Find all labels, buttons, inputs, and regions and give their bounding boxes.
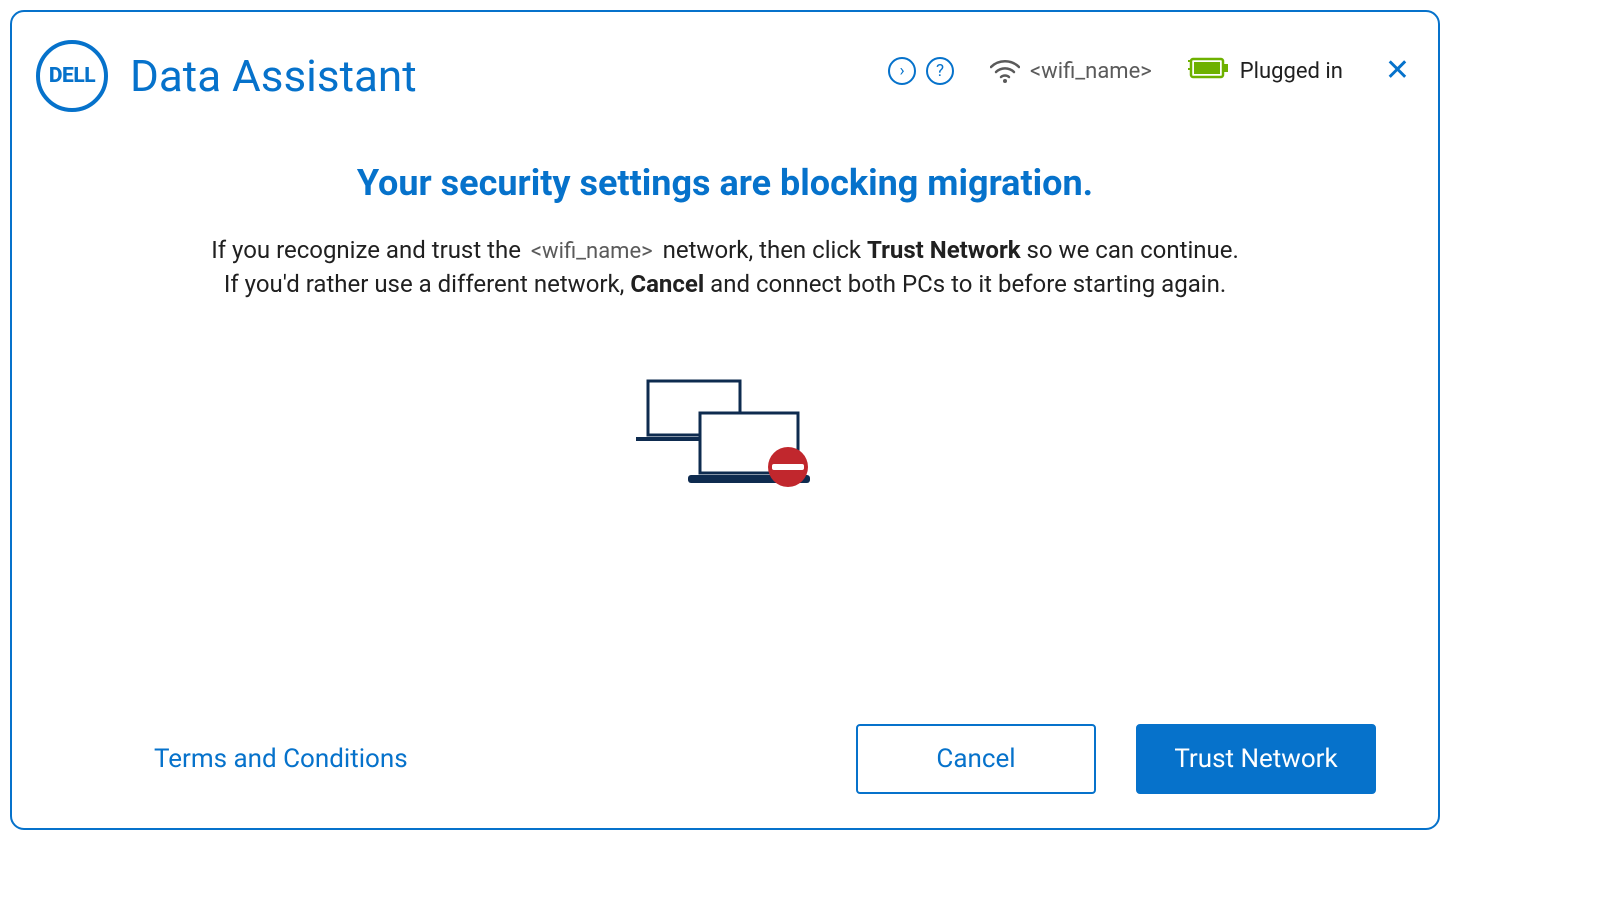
- trust-network-bold: Trust Network: [867, 236, 1021, 264]
- wifi-icon: [990, 59, 1020, 83]
- battery-icon: [1188, 56, 1230, 86]
- app-window: DELL Data Assistant › ?: [10, 10, 1440, 830]
- close-icon[interactable]: ✕: [1379, 52, 1416, 90]
- help-icon[interactable]: ?: [926, 57, 954, 85]
- main-content: Your security settings are blocking migr…: [12, 122, 1438, 501]
- button-row: Cancel Trust Network: [856, 724, 1376, 794]
- wifi-status: <wifi_name>: [990, 59, 1152, 84]
- trust-network-button[interactable]: Trust Network: [1136, 724, 1376, 794]
- terms-link[interactable]: Terms and Conditions: [74, 744, 408, 774]
- power-status: Plugged in: [1188, 56, 1343, 86]
- header: DELL Data Assistant › ?: [12, 12, 1438, 122]
- logo-group: DELL Data Assistant: [36, 40, 417, 112]
- body-line-1: If you recognize and trust the <wifi_nam…: [102, 234, 1348, 268]
- migration-blocked-illustration: [102, 371, 1348, 501]
- wifi-placeholder: <wifi_name>: [527, 239, 657, 264]
- cancel-button[interactable]: Cancel: [856, 724, 1096, 794]
- body-line-2: If you'd rather use a different network,…: [102, 268, 1348, 302]
- power-status-label: Plugged in: [1240, 59, 1343, 84]
- page-heading: Your security settings are blocking migr…: [102, 162, 1348, 204]
- header-right: › ? <wifi_name>: [888, 52, 1416, 90]
- page-body: If you recognize and trust the <wifi_nam…: [102, 234, 1348, 301]
- footer: Terms and Conditions Cancel Trust Networ…: [12, 724, 1438, 794]
- wifi-name-label: <wifi_name>: [1030, 59, 1152, 84]
- app-title: Data Assistant: [130, 50, 417, 102]
- next-icon[interactable]: ›: [888, 57, 916, 85]
- header-icon-group: › ?: [888, 57, 954, 85]
- dell-logo-text: DELL: [49, 64, 95, 88]
- dell-logo-icon: DELL: [36, 40, 108, 112]
- cancel-bold: Cancel: [630, 270, 704, 298]
